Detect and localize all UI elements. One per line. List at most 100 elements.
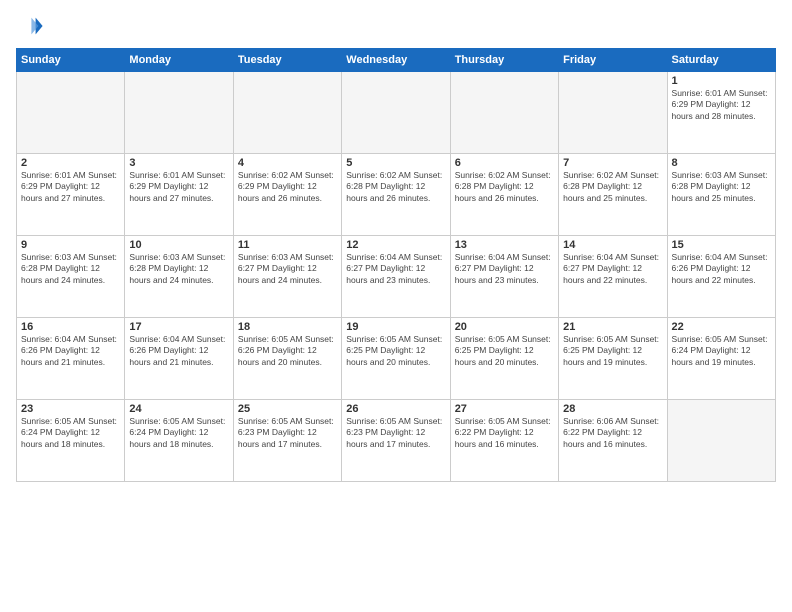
calendar-cell-w5d6 bbox=[667, 400, 775, 482]
day-info: Sunrise: 6:05 AM Sunset: 6:24 PM Dayligh… bbox=[21, 416, 120, 450]
calendar-cell-w1d2 bbox=[233, 72, 341, 154]
logo bbox=[16, 12, 46, 40]
logo-icon bbox=[16, 12, 44, 40]
calendar-cell-w1d6: 1Sunrise: 6:01 AM Sunset: 6:29 PM Daylig… bbox=[667, 72, 775, 154]
calendar-cell-w5d2: 25Sunrise: 6:05 AM Sunset: 6:23 PM Dayli… bbox=[233, 400, 341, 482]
day-number: 22 bbox=[672, 321, 771, 333]
calendar-cell-w1d0 bbox=[17, 72, 125, 154]
day-number: 10 bbox=[129, 239, 228, 251]
day-info: Sunrise: 6:01 AM Sunset: 6:29 PM Dayligh… bbox=[672, 88, 771, 122]
day-info: Sunrise: 6:05 AM Sunset: 6:23 PM Dayligh… bbox=[346, 416, 445, 450]
calendar-cell-w4d0: 16Sunrise: 6:04 AM Sunset: 6:26 PM Dayli… bbox=[17, 318, 125, 400]
day-number: 18 bbox=[238, 321, 337, 333]
weekday-header-sunday: Sunday bbox=[17, 49, 125, 72]
day-info: Sunrise: 6:02 AM Sunset: 6:28 PM Dayligh… bbox=[563, 170, 662, 204]
day-number: 2 bbox=[21, 157, 120, 169]
day-info: Sunrise: 6:04 AM Sunset: 6:27 PM Dayligh… bbox=[346, 252, 445, 286]
weekday-header-wednesday: Wednesday bbox=[342, 49, 450, 72]
day-info: Sunrise: 6:04 AM Sunset: 6:27 PM Dayligh… bbox=[455, 252, 554, 286]
week-row-2: 2Sunrise: 6:01 AM Sunset: 6:29 PM Daylig… bbox=[17, 154, 776, 236]
day-number: 9 bbox=[21, 239, 120, 251]
day-number: 1 bbox=[672, 75, 771, 87]
weekday-header-tuesday: Tuesday bbox=[233, 49, 341, 72]
day-info: Sunrise: 6:01 AM Sunset: 6:29 PM Dayligh… bbox=[129, 170, 228, 204]
day-number: 7 bbox=[563, 157, 662, 169]
day-number: 3 bbox=[129, 157, 228, 169]
calendar-header: SundayMondayTuesdayWednesdayThursdayFrid… bbox=[17, 49, 776, 72]
day-number: 23 bbox=[21, 403, 120, 415]
day-number: 24 bbox=[129, 403, 228, 415]
weekday-header-friday: Friday bbox=[559, 49, 667, 72]
day-info: Sunrise: 6:03 AM Sunset: 6:28 PM Dayligh… bbox=[672, 170, 771, 204]
day-info: Sunrise: 6:05 AM Sunset: 6:24 PM Dayligh… bbox=[129, 416, 228, 450]
calendar-cell-w4d6: 22Sunrise: 6:05 AM Sunset: 6:24 PM Dayli… bbox=[667, 318, 775, 400]
calendar-cell-w3d5: 14Sunrise: 6:04 AM Sunset: 6:27 PM Dayli… bbox=[559, 236, 667, 318]
week-row-5: 23Sunrise: 6:05 AM Sunset: 6:24 PM Dayli… bbox=[17, 400, 776, 482]
calendar-cell-w4d5: 21Sunrise: 6:05 AM Sunset: 6:25 PM Dayli… bbox=[559, 318, 667, 400]
day-info: Sunrise: 6:05 AM Sunset: 6:22 PM Dayligh… bbox=[455, 416, 554, 450]
day-number: 17 bbox=[129, 321, 228, 333]
day-number: 19 bbox=[346, 321, 445, 333]
day-info: Sunrise: 6:05 AM Sunset: 6:23 PM Dayligh… bbox=[238, 416, 337, 450]
day-number: 5 bbox=[346, 157, 445, 169]
weekday-header-saturday: Saturday bbox=[667, 49, 775, 72]
week-row-3: 9Sunrise: 6:03 AM Sunset: 6:28 PM Daylig… bbox=[17, 236, 776, 318]
calendar-cell-w5d1: 24Sunrise: 6:05 AM Sunset: 6:24 PM Dayli… bbox=[125, 400, 233, 482]
day-info: Sunrise: 6:05 AM Sunset: 6:26 PM Dayligh… bbox=[238, 334, 337, 368]
day-info: Sunrise: 6:03 AM Sunset: 6:27 PM Dayligh… bbox=[238, 252, 337, 286]
calendar-cell-w2d0: 2Sunrise: 6:01 AM Sunset: 6:29 PM Daylig… bbox=[17, 154, 125, 236]
day-number: 6 bbox=[455, 157, 554, 169]
calendar-cell-w1d5 bbox=[559, 72, 667, 154]
calendar-cell-w5d5: 28Sunrise: 6:06 AM Sunset: 6:22 PM Dayli… bbox=[559, 400, 667, 482]
calendar-cell-w3d0: 9Sunrise: 6:03 AM Sunset: 6:28 PM Daylig… bbox=[17, 236, 125, 318]
calendar-cell-w1d3 bbox=[342, 72, 450, 154]
calendar-cell-w3d6: 15Sunrise: 6:04 AM Sunset: 6:26 PM Dayli… bbox=[667, 236, 775, 318]
day-number: 12 bbox=[346, 239, 445, 251]
calendar-cell-w5d4: 27Sunrise: 6:05 AM Sunset: 6:22 PM Dayli… bbox=[450, 400, 558, 482]
day-number: 4 bbox=[238, 157, 337, 169]
calendar-cell-w5d0: 23Sunrise: 6:05 AM Sunset: 6:24 PM Dayli… bbox=[17, 400, 125, 482]
day-info: Sunrise: 6:04 AM Sunset: 6:27 PM Dayligh… bbox=[563, 252, 662, 286]
day-info: Sunrise: 6:03 AM Sunset: 6:28 PM Dayligh… bbox=[21, 252, 120, 286]
day-number: 20 bbox=[455, 321, 554, 333]
day-number: 8 bbox=[672, 157, 771, 169]
weekday-header-thursday: Thursday bbox=[450, 49, 558, 72]
calendar-cell-w2d4: 6Sunrise: 6:02 AM Sunset: 6:28 PM Daylig… bbox=[450, 154, 558, 236]
calendar-cell-w2d2: 4Sunrise: 6:02 AM Sunset: 6:29 PM Daylig… bbox=[233, 154, 341, 236]
day-number: 14 bbox=[563, 239, 662, 251]
header bbox=[16, 12, 776, 40]
calendar-cell-w4d3: 19Sunrise: 6:05 AM Sunset: 6:25 PM Dayli… bbox=[342, 318, 450, 400]
day-number: 28 bbox=[563, 403, 662, 415]
calendar-cell-w4d1: 17Sunrise: 6:04 AM Sunset: 6:26 PM Dayli… bbox=[125, 318, 233, 400]
day-number: 27 bbox=[455, 403, 554, 415]
calendar-cell-w1d1 bbox=[125, 72, 233, 154]
calendar-cell-w2d6: 8Sunrise: 6:03 AM Sunset: 6:28 PM Daylig… bbox=[667, 154, 775, 236]
day-info: Sunrise: 6:02 AM Sunset: 6:28 PM Dayligh… bbox=[455, 170, 554, 204]
week-row-1: 1Sunrise: 6:01 AM Sunset: 6:29 PM Daylig… bbox=[17, 72, 776, 154]
day-info: Sunrise: 6:06 AM Sunset: 6:22 PM Dayligh… bbox=[563, 416, 662, 450]
day-info: Sunrise: 6:01 AM Sunset: 6:29 PM Dayligh… bbox=[21, 170, 120, 204]
day-info: Sunrise: 6:05 AM Sunset: 6:25 PM Dayligh… bbox=[346, 334, 445, 368]
calendar-cell-w3d1: 10Sunrise: 6:03 AM Sunset: 6:28 PM Dayli… bbox=[125, 236, 233, 318]
calendar-cell-w3d2: 11Sunrise: 6:03 AM Sunset: 6:27 PM Dayli… bbox=[233, 236, 341, 318]
calendar-cell-w2d1: 3Sunrise: 6:01 AM Sunset: 6:29 PM Daylig… bbox=[125, 154, 233, 236]
day-info: Sunrise: 6:04 AM Sunset: 6:26 PM Dayligh… bbox=[672, 252, 771, 286]
day-number: 21 bbox=[563, 321, 662, 333]
calendar-body: 1Sunrise: 6:01 AM Sunset: 6:29 PM Daylig… bbox=[17, 72, 776, 482]
calendar-cell-w2d5: 7Sunrise: 6:02 AM Sunset: 6:28 PM Daylig… bbox=[559, 154, 667, 236]
day-number: 26 bbox=[346, 403, 445, 415]
calendar-cell-w4d4: 20Sunrise: 6:05 AM Sunset: 6:25 PM Dayli… bbox=[450, 318, 558, 400]
week-row-4: 16Sunrise: 6:04 AM Sunset: 6:26 PM Dayli… bbox=[17, 318, 776, 400]
page: SundayMondayTuesdayWednesdayThursdayFrid… bbox=[0, 0, 792, 612]
day-number: 16 bbox=[21, 321, 120, 333]
day-info: Sunrise: 6:04 AM Sunset: 6:26 PM Dayligh… bbox=[21, 334, 120, 368]
calendar-cell-w2d3: 5Sunrise: 6:02 AM Sunset: 6:28 PM Daylig… bbox=[342, 154, 450, 236]
day-info: Sunrise: 6:03 AM Sunset: 6:28 PM Dayligh… bbox=[129, 252, 228, 286]
day-number: 25 bbox=[238, 403, 337, 415]
day-info: Sunrise: 6:02 AM Sunset: 6:29 PM Dayligh… bbox=[238, 170, 337, 204]
day-number: 15 bbox=[672, 239, 771, 251]
weekday-header-monday: Monday bbox=[125, 49, 233, 72]
day-number: 11 bbox=[238, 239, 337, 251]
calendar-cell-w3d3: 12Sunrise: 6:04 AM Sunset: 6:27 PM Dayli… bbox=[342, 236, 450, 318]
calendar-cell-w1d4 bbox=[450, 72, 558, 154]
